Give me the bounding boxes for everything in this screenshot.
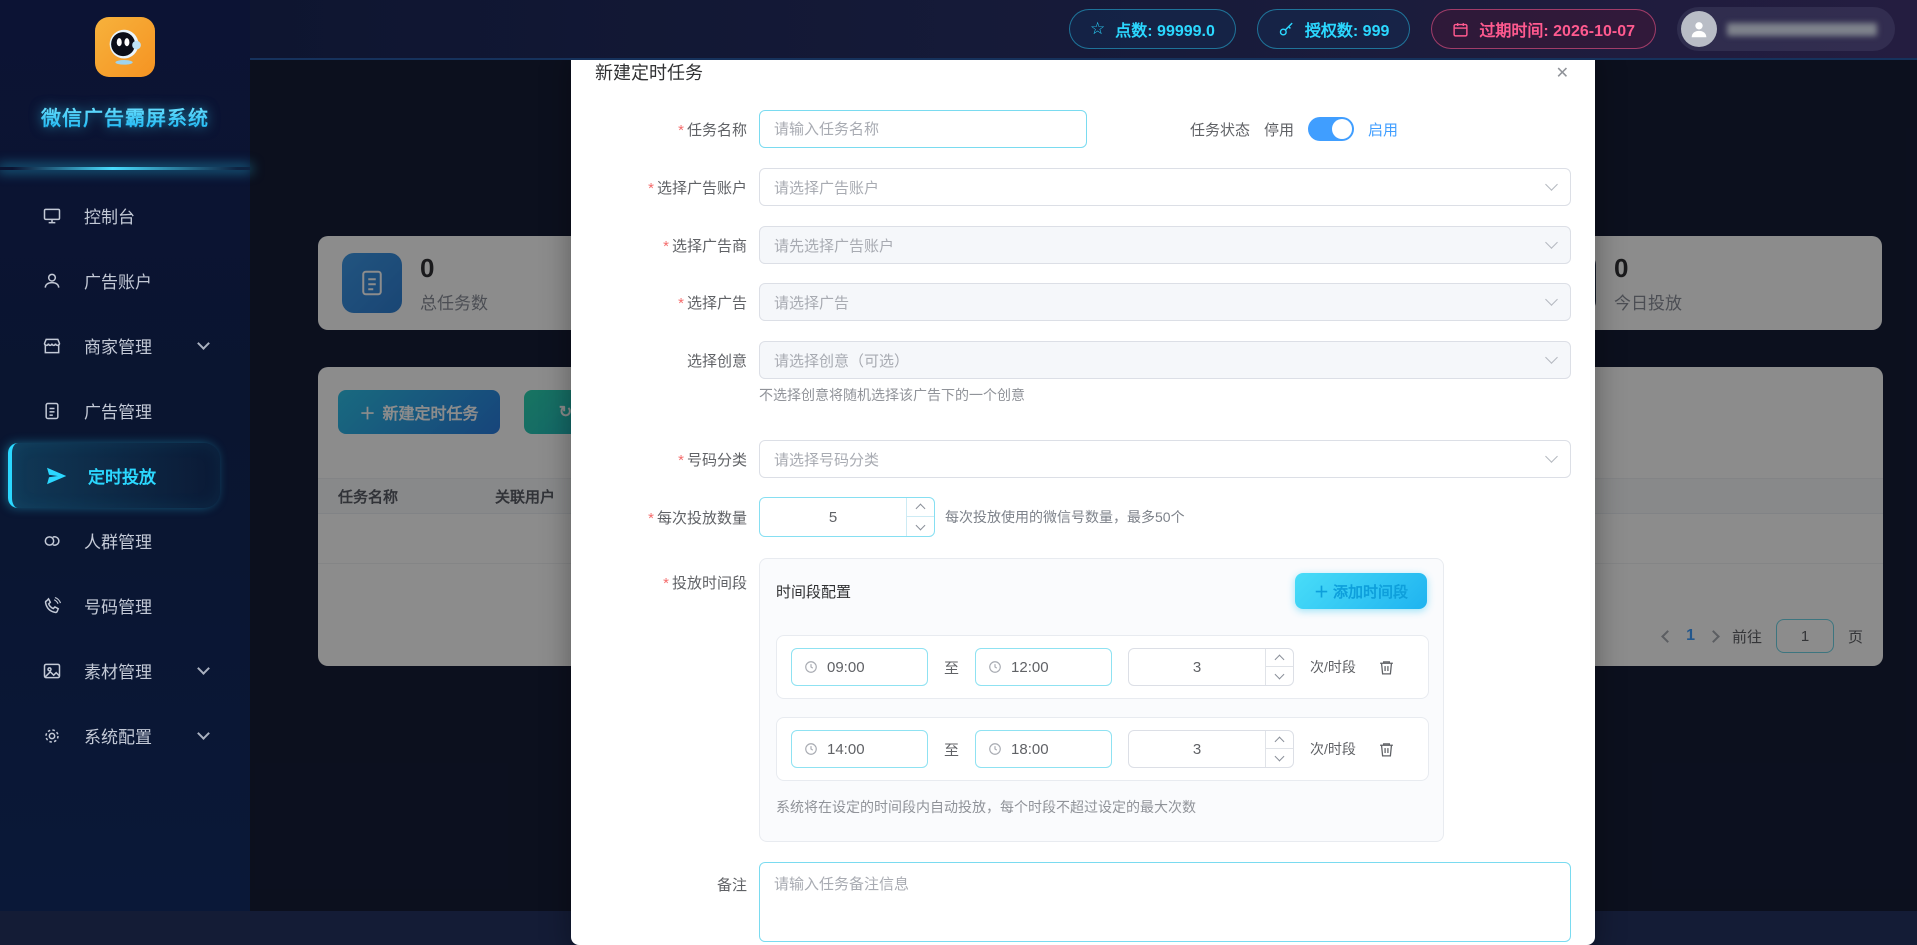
field-label-remark: 备注 xyxy=(595,862,747,895)
shop-icon xyxy=(42,336,62,356)
end-time-input[interactable]: 18:00 xyxy=(975,730,1112,768)
sidebar-menu: 控制台 广告账户 商家管理 广告管理 定时投放 人群管理 号码管理 xyxy=(0,183,250,768)
gear-icon xyxy=(42,726,62,746)
license-badge: 授权数: 999 xyxy=(1257,9,1410,49)
stepper-up-icon[interactable] xyxy=(1266,731,1293,749)
creative-helper-text: 不选择创意将随机选择该广告下的一个创意 xyxy=(759,385,1025,405)
count-unit-label: 次/时段 xyxy=(1310,657,1356,677)
image-icon xyxy=(42,661,62,681)
chevron-down-icon xyxy=(1545,236,1558,249)
field-label-creative: 选择创意 xyxy=(595,350,747,371)
time-section-helper-text: 系统将在设定的时间段内自动投放，每个时段不超过设定的最大次数 xyxy=(776,797,1196,817)
sidebar: 微信广告霸屏系统 控制台 广告账户 商家管理 广告管理 定时投放 人群管理 xyxy=(0,0,250,911)
time-panel-title: 时间段配置 xyxy=(776,581,851,602)
monitor-icon xyxy=(42,206,62,226)
chevron-down-icon xyxy=(1545,178,1558,191)
stepper-down-icon[interactable] xyxy=(1266,749,1293,767)
chevron-down-icon xyxy=(197,337,210,350)
per-count-helper-text: 每次投放使用的微信号数量，最多50个 xyxy=(945,507,1185,527)
sidebar-item-ads[interactable]: 广告管理 xyxy=(0,378,250,443)
sidebar-item-materials[interactable]: 素材管理 xyxy=(0,638,250,703)
key-icon xyxy=(1278,21,1295,38)
stepper-down-icon[interactable] xyxy=(1266,667,1293,685)
clock-icon xyxy=(988,660,1002,674)
top-bar: ☆ 点数: 99999.0 授权数: 999 过期时间: 2026-10-07 xyxy=(250,0,1917,60)
trash-icon[interactable] xyxy=(1378,659,1395,676)
field-label-per-count: *每次投放数量 xyxy=(595,507,747,528)
people-icon xyxy=(42,531,62,551)
close-icon[interactable]: ✕ xyxy=(1556,63,1569,83)
sidebar-item-ad-accounts[interactable]: 广告账户 xyxy=(0,248,250,313)
username-redacted xyxy=(1727,23,1877,36)
app-title: 微信广告霸屏系统 xyxy=(0,102,250,131)
star-icon: ☆ xyxy=(1090,19,1105,39)
user-icon xyxy=(42,271,62,291)
add-time-range-button[interactable]: ＋添加时间段 xyxy=(1295,573,1427,609)
app-logo xyxy=(95,17,155,77)
ad-account-select[interactable]: 请选择广告账户 xyxy=(759,168,1571,206)
field-label-ad-account: *选择广告账户 xyxy=(595,177,747,198)
field-label-time-section: *投放时间段 xyxy=(595,558,747,593)
sidebar-divider xyxy=(0,167,250,170)
time-range-row: 14:00 至 18:00 次/时段 xyxy=(776,717,1429,781)
count-stepper[interactable] xyxy=(1128,730,1294,768)
sidebar-item-console[interactable]: 控制台 xyxy=(0,183,250,248)
creative-select[interactable]: 请选择创意（可选） xyxy=(759,341,1571,379)
field-label-advertiser: *选择广告商 xyxy=(595,235,747,256)
clock-icon xyxy=(804,660,818,674)
trash-icon[interactable] xyxy=(1378,741,1395,758)
status-label: 任务状态 xyxy=(1190,119,1250,140)
field-label-number-category: *号码分类 xyxy=(595,449,747,470)
count-unit-label: 次/时段 xyxy=(1310,739,1356,759)
sidebar-item-system-config[interactable]: 系统配置 xyxy=(0,703,250,768)
chevron-down-icon xyxy=(197,662,210,675)
paper-plane-icon xyxy=(46,466,66,486)
avatar xyxy=(1681,11,1717,47)
clock-icon xyxy=(804,742,818,756)
new-task-modal: 新建定时任务 ✕ *任务名称 任务状态 停用 启用 *选择广告账户 请选择广告账… xyxy=(571,45,1595,945)
stepper-down-icon[interactable] xyxy=(907,517,934,536)
stepper-up-icon[interactable] xyxy=(1266,649,1293,667)
calendar-icon xyxy=(1452,21,1469,38)
status-off-label: 停用 xyxy=(1264,119,1294,140)
chevron-down-icon xyxy=(1545,450,1558,463)
phone-icon xyxy=(42,596,62,616)
sidebar-item-numbers[interactable]: 号码管理 xyxy=(0,573,250,638)
document-icon xyxy=(42,401,62,421)
clock-icon xyxy=(988,742,1002,756)
expiry-badge: 过期时间: 2026-10-07 xyxy=(1431,9,1656,49)
chevron-down-icon xyxy=(197,727,210,740)
task-name-input[interactable] xyxy=(759,110,1087,148)
end-time-input[interactable]: 12:00 xyxy=(975,648,1112,686)
sidebar-item-audiences[interactable]: 人群管理 xyxy=(0,508,250,573)
points-badge: ☆ 点数: 99999.0 xyxy=(1069,9,1236,49)
sidebar-item-scheduled-delivery[interactable]: 定时投放 xyxy=(8,443,220,508)
modal-title: 新建定时任务 xyxy=(595,59,703,85)
to-label: 至 xyxy=(944,657,959,678)
time-section-panel: 时间段配置 ＋添加时间段 09:00 至 12:00 xyxy=(759,558,1444,842)
chevron-down-icon xyxy=(1545,293,1558,306)
start-time-input[interactable]: 09:00 xyxy=(791,648,928,686)
number-category-select[interactable]: 请选择号码分类 xyxy=(759,440,1571,478)
sidebar-item-merchants[interactable]: 商家管理 xyxy=(0,313,250,378)
count-stepper[interactable] xyxy=(1128,648,1294,686)
status-on-label: 启用 xyxy=(1368,119,1398,140)
advertiser-select[interactable]: 请先选择广告账户 xyxy=(759,226,1571,264)
chevron-down-icon xyxy=(1545,351,1558,364)
time-range-row: 09:00 至 12:00 次/时段 xyxy=(776,635,1429,699)
field-label-task-name: *任务名称 xyxy=(595,119,747,140)
start-time-input[interactable]: 14:00 xyxy=(791,730,928,768)
remark-textarea[interactable] xyxy=(759,862,1571,942)
ad-select[interactable]: 请选择广告 xyxy=(759,283,1571,321)
to-label: 至 xyxy=(944,739,959,760)
user-menu[interactable] xyxy=(1677,7,1895,51)
field-label-ad: *选择广告 xyxy=(595,292,747,313)
plus-icon: ＋ xyxy=(1314,581,1329,602)
status-toggle[interactable] xyxy=(1308,117,1354,141)
stepper-up-icon[interactable] xyxy=(907,498,934,517)
per-count-stepper[interactable] xyxy=(759,497,935,537)
